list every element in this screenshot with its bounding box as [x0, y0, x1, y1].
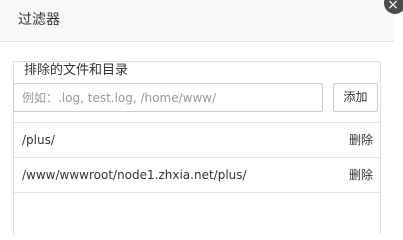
delete-link[interactable]: 删除: [349, 167, 373, 183]
exclude-legend: 排除的文件和目录: [21, 63, 132, 79]
add-button[interactable]: 添加: [333, 83, 378, 112]
delete-link[interactable]: 删除: [349, 132, 373, 148]
close-button[interactable]: ×: [384, 0, 403, 14]
dialog-header: 过滤器: [0, 0, 394, 42]
list-item: /plus/ 删除: [14, 123, 381, 158]
dialog-title: 过滤器: [18, 12, 60, 28]
excluded-list: /plus/ 删除 /www/wwwroot/node1.zhxia.net/p…: [14, 122, 381, 235]
exclude-path-input[interactable]: [13, 83, 323, 112]
filter-dialog: 过滤器 排除的文件和目录 添加 /plus/ 删除 /www/wwwroot/n…: [0, 0, 394, 234]
excluded-path: /plus/: [22, 133, 55, 147]
excluded-path: /www/wwwroot/node1.zhxia.net/plus/: [22, 168, 247, 182]
list-item: /www/wwwroot/node1.zhxia.net/plus/ 删除: [14, 158, 381, 193]
close-icon: ×: [387, 0, 399, 13]
